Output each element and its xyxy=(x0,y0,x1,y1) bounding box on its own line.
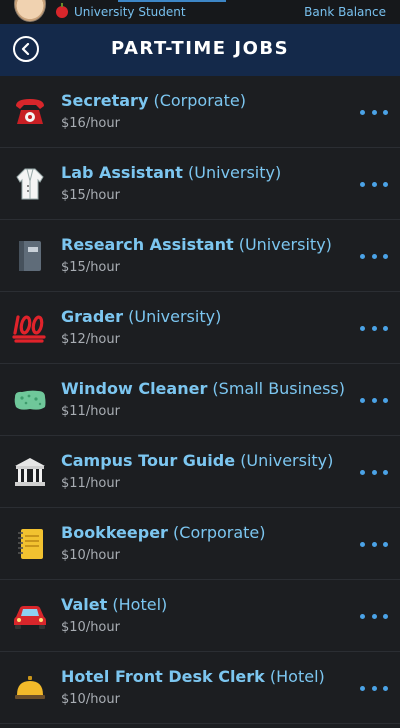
more-options-button[interactable] xyxy=(360,610,388,622)
apple-icon xyxy=(56,3,68,18)
job-employer: (Corporate) xyxy=(153,91,246,110)
job-row-secretary[interactable]: Secretary (Corporate) $16/hour xyxy=(0,76,400,148)
job-row-research-assistant[interactable]: Research Assistant (University) $15/hour xyxy=(0,220,400,292)
car-icon xyxy=(12,598,48,634)
bank-balance-label[interactable]: Bank Balance xyxy=(304,5,386,19)
job-title-line: Hotel Front Desk Clerk (Hotel) xyxy=(61,667,325,686)
job-row-grader[interactable]: Grader (University) $12/hour xyxy=(0,292,400,364)
job-name: Campus Tour Guide xyxy=(61,451,236,470)
page-title: PART-TIME JOBS xyxy=(110,38,290,59)
job-name: Grader xyxy=(61,307,124,326)
job-row-lab-assistant[interactable]: Lab Assistant (University) $15/hour xyxy=(0,148,400,220)
job-name: Research Assistant xyxy=(61,235,234,254)
job-row-valet[interactable]: Valet (Hotel) $10/hour xyxy=(0,580,400,652)
occupation-label: University Student xyxy=(74,5,186,19)
progress-line xyxy=(118,0,226,2)
job-employer: (Hotel) xyxy=(269,667,325,686)
job-wage: $15/hour xyxy=(61,188,120,203)
avatar[interactable] xyxy=(14,0,46,22)
job-row-campus-tour-guide[interactable]: Campus Tour Guide (University) $11/hour xyxy=(0,436,400,508)
job-name: Valet xyxy=(61,595,108,614)
job-title-line: Grader (University) xyxy=(61,307,221,326)
more-options-button[interactable] xyxy=(360,250,388,262)
job-title-line: Window Cleaner (Small Business) xyxy=(61,379,345,398)
more-options-button[interactable] xyxy=(360,394,388,406)
more-options-button[interactable] xyxy=(360,538,388,550)
job-employer: (University) xyxy=(188,163,282,182)
job-wage: $15/hour xyxy=(61,260,120,275)
job-wage: $11/hour xyxy=(61,476,120,491)
classical-building-icon xyxy=(12,454,48,490)
job-wage: $10/hour xyxy=(61,692,120,707)
notebook-icon xyxy=(12,238,48,274)
job-wage: $10/hour xyxy=(61,548,120,563)
hundred-points-icon xyxy=(12,310,48,346)
job-row-bookkeeper[interactable]: Bookkeeper (Corporate) $10/hour xyxy=(0,508,400,580)
job-employer: (Small Business) xyxy=(212,379,345,398)
lab-coat-icon xyxy=(12,166,48,202)
header-bar: PART-TIME JOBS xyxy=(0,24,400,76)
job-title-line: Secretary (Corporate) xyxy=(61,91,246,110)
telephone-icon xyxy=(12,94,48,130)
job-row-hotel-front-desk-clerk[interactable]: Hotel Front Desk Clerk (Hotel) $10/hour xyxy=(0,652,400,724)
job-wage: $11/hour xyxy=(61,404,120,419)
job-employer: (Hotel) xyxy=(112,595,168,614)
ledger-icon xyxy=(12,526,48,562)
job-employer: (Corporate) xyxy=(173,523,266,542)
job-employer: (University) xyxy=(238,235,332,254)
job-wage: $12/hour xyxy=(61,332,120,347)
job-name: Secretary xyxy=(61,91,149,110)
more-options-button[interactable] xyxy=(360,106,388,118)
job-row-window-cleaner[interactable]: Window Cleaner (Small Business) $11/hour xyxy=(0,364,400,436)
job-employer: (University) xyxy=(128,307,222,326)
job-title-line: Campus Tour Guide (University) xyxy=(61,451,333,470)
job-name: Hotel Front Desk Clerk xyxy=(61,667,265,686)
job-name: Lab Assistant xyxy=(61,163,183,182)
more-options-button[interactable] xyxy=(360,178,388,190)
more-options-button[interactable] xyxy=(360,466,388,478)
job-title-line: Research Assistant (University) xyxy=(61,235,332,254)
job-wage: $10/hour xyxy=(61,620,120,635)
job-list: Secretary (Corporate) $16/hour Lab Assis… xyxy=(0,76,400,724)
occupation-status: University Student xyxy=(56,3,186,19)
job-title-line: Valet (Hotel) xyxy=(61,595,167,614)
job-wage: $16/hour xyxy=(61,116,120,131)
job-name: Bookkeeper xyxy=(61,523,168,542)
more-options-button[interactable] xyxy=(360,322,388,334)
job-employer: (University) xyxy=(240,451,334,470)
more-options-button[interactable] xyxy=(360,682,388,694)
job-title-line: Lab Assistant (University) xyxy=(61,163,281,182)
sponge-icon xyxy=(12,382,48,418)
bellhop-bell-icon xyxy=(12,670,48,706)
job-name: Window Cleaner xyxy=(61,379,208,398)
status-strip: University Student Bank Balance xyxy=(0,0,400,24)
job-title-line: Bookkeeper (Corporate) xyxy=(61,523,266,542)
